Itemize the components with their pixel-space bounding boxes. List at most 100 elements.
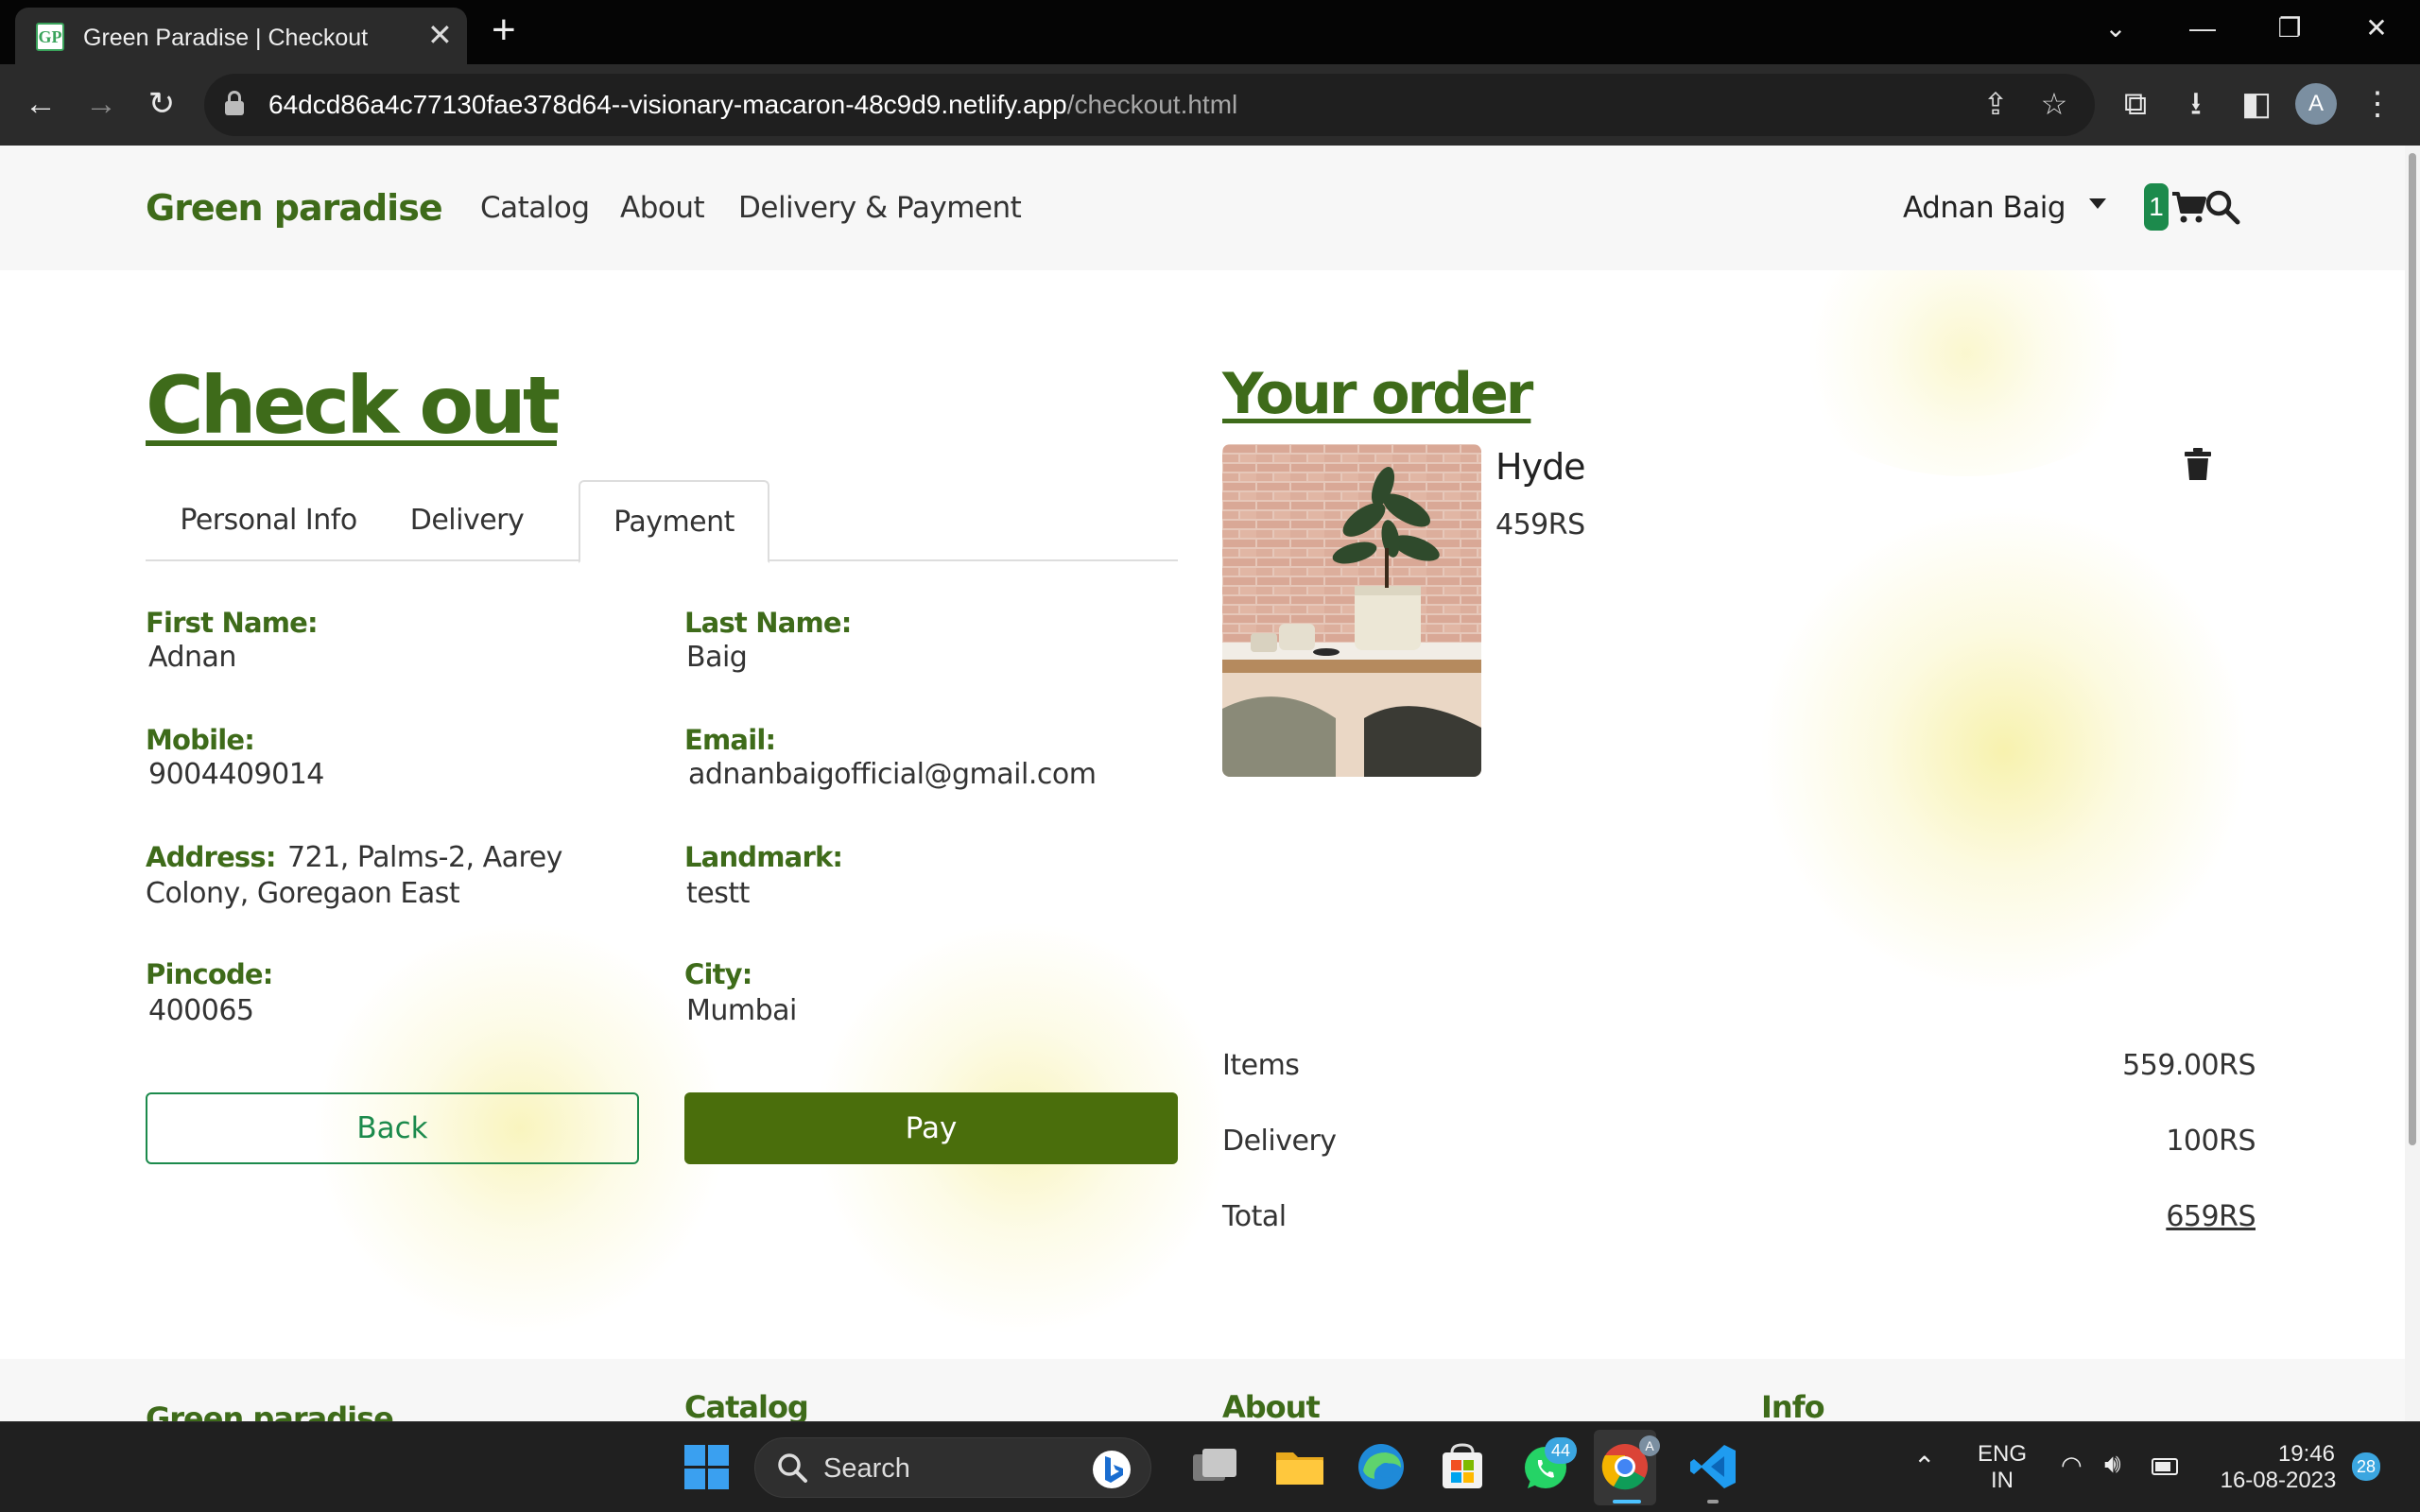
search-icon [778, 1453, 807, 1483]
nav-catalog[interactable]: Catalog [480, 191, 590, 225]
tab-title: Green Paradise | Checkout [83, 25, 369, 51]
new-tab-icon[interactable]: + [492, 9, 516, 51]
nav-delivery-payment[interactable]: Delivery & Payment [738, 191, 1022, 225]
extensions-icon[interactable]: ⧉ [2112, 83, 2159, 125]
side-panel-icon[interactable]: ◧ [2233, 83, 2280, 125]
tab-personal-info[interactable]: Personal Info [146, 480, 391, 561]
footer-catalog[interactable]: Catalog [684, 1389, 809, 1421]
microsoft-store-icon[interactable] [1435, 1439, 1490, 1494]
chrome-profile-avatar: A [1639, 1435, 1660, 1456]
product-name: Hyde [1495, 446, 1586, 488]
region-code: IN [1991, 1468, 2014, 1493]
footer-logo[interactable]: Green paradise [146, 1400, 394, 1421]
show-hidden-icons-chevron-icon[interactable]: ⌃ [1913, 1451, 1935, 1482]
user-menu-name[interactable]: Adnan Baig [1903, 191, 2066, 225]
page-scrollbar[interactable] [2405, 146, 2420, 1421]
summary-delivery-label: Delivery [1222, 1125, 1337, 1158]
email-value: adnanbaigofficial@gmail.com [688, 758, 1097, 791]
edge-browser-icon[interactable] [1354, 1439, 1409, 1494]
volume-icon[interactable]: 🔊︎ [2104, 1449, 2121, 1480]
notification-count-badge[interactable]: 28 [2352, 1452, 2380, 1481]
tab-close-icon[interactable]: ✕ [427, 19, 453, 51]
language-indicator[interactable]: ENG IN [1972, 1441, 2032, 1494]
page-viewport: Green paradise Catalog About Delivery & … [0, 146, 2405, 1421]
app-running-indicator [1707, 1500, 1719, 1503]
first-name-label: First Name: [146, 607, 319, 639]
address-value-line2: Colony, Goregaon East [146, 877, 460, 910]
cart-count-badge[interactable]: 1 [2144, 183, 2169, 231]
back-arrow-icon[interactable]: ← [17, 83, 64, 125]
landmark-label: Landmark: [684, 841, 843, 873]
taskbar-search-box[interactable]: Search [754, 1437, 1151, 1498]
first-name-value: Adnan [148, 641, 236, 674]
file-explorer-icon[interactable] [1272, 1439, 1327, 1494]
battery-icon[interactable] [2152, 1458, 2178, 1475]
address-label: Address: [146, 841, 276, 873]
tab-search-icon[interactable]: ⌄ [2087, 9, 2144, 47]
clock[interactable]: 19:46 16-08-2023 [2203, 1441, 2354, 1494]
clock-date: 16-08-2023 [2220, 1468, 2337, 1493]
language-code: ENG [1977, 1441, 2027, 1467]
site-logo[interactable]: Green paradise [146, 187, 443, 229]
wifi-icon[interactable]: ◠ [2061, 1451, 2083, 1480]
footer-about[interactable]: About [1222, 1389, 1321, 1421]
search-icon[interactable] [2204, 189, 2242, 225]
os-taskbar: Search 44 A ⌃ ENG IN ◠ 🔊︎ 19:46 16-08-20… [0, 1421, 2420, 1512]
tab-delivery[interactable]: Delivery [393, 480, 541, 561]
taskbar-search-label: Search [823, 1453, 910, 1484]
scrollbar-thumb[interactable] [2409, 153, 2416, 1145]
last-name-label: Last Name: [684, 607, 852, 639]
background-glow [1758, 505, 2250, 996]
browser-tab-bar: GP Green Paradise | Checkout ✕ + ⌄ — ❐ ✕ [0, 0, 2420, 64]
pay-button[interactable]: Pay [684, 1092, 1178, 1164]
mobile-label: Mobile: [146, 724, 255, 756]
minimize-icon[interactable]: — [2174, 9, 2231, 47]
start-windows-icon[interactable] [679, 1439, 734, 1494]
order-title: Your order [1222, 361, 1533, 427]
browser-toolbar: ← → ↻ 64dcd86a4c77130fae378d64--visionar… [0, 64, 2420, 146]
trash-icon[interactable] [2184, 448, 2212, 480]
product-price: 459RS [1495, 508, 1585, 541]
tab-payment[interactable]: Payment [579, 480, 769, 563]
share-icon[interactable]: ⇪ [1974, 85, 2017, 123]
site-header: Green paradise Catalog About Delivery & … [0, 146, 2405, 270]
summary-total-value: 659RS [2166, 1200, 2256, 1233]
chevron-down-icon[interactable] [2089, 198, 2106, 209]
bing-icon[interactable] [1090, 1448, 1133, 1491]
site-footer: Green paradise Catalog About Info [0, 1359, 2405, 1421]
browser-tab[interactable]: GP Green Paradise | Checkout ✕ [15, 8, 467, 64]
summary-items-value: 559.00RS [2122, 1049, 2256, 1082]
back-button[interactable]: Back [146, 1092, 639, 1164]
nav-about[interactable]: About [620, 191, 705, 225]
forward-arrow-icon[interactable]: → [78, 83, 125, 125]
bookmark-star-icon[interactable]: ☆ [2032, 85, 2076, 123]
pincode-label: Pincode: [146, 958, 273, 990]
product-image[interactable] [1222, 444, 1481, 777]
lock-icon [225, 91, 244, 115]
whatsapp-unread-badge: 44 [1545, 1437, 1577, 1464]
landmark-value: testt [686, 877, 750, 910]
summary-items-label: Items [1222, 1049, 1300, 1082]
mobile-value: 9004409014 [148, 758, 324, 791]
site-favicon-icon: GP [36, 23, 64, 51]
footer-info[interactable]: Info [1761, 1389, 1825, 1421]
address-bar[interactable]: 64dcd86a4c77130fae378d64--visionary-maca… [204, 74, 2095, 136]
download-icon[interactable]: ⭳ [2172, 83, 2220, 125]
email-label: Email: [684, 724, 776, 756]
address-value-line1: 721, Palms-2, Aarey [287, 841, 562, 874]
window-close-icon[interactable]: ✕ [2348, 9, 2405, 47]
cart-icon[interactable] [2170, 191, 2208, 225]
browser-menu-icon[interactable]: ⋮ [2354, 83, 2401, 125]
checkout-tabs: Personal Info Delivery Payment [146, 480, 1178, 563]
vscode-icon[interactable] [1686, 1439, 1741, 1494]
restore-icon[interactable]: ❐ [2261, 9, 2318, 47]
clock-time: 19:46 [2277, 1441, 2335, 1467]
profile-avatar[interactable]: A [2295, 83, 2337, 125]
city-value: Mumbai [686, 994, 797, 1027]
summary-delivery-value: 100RS [2166, 1125, 2256, 1158]
task-view-icon[interactable] [1187, 1439, 1242, 1494]
url-text: 64dcd86a4c77130fae378d64--visionary-maca… [268, 90, 1238, 119]
pincode-value: 400065 [148, 994, 254, 1027]
last-name-value: Baig [686, 641, 748, 674]
reload-icon[interactable]: ↻ [138, 83, 185, 125]
